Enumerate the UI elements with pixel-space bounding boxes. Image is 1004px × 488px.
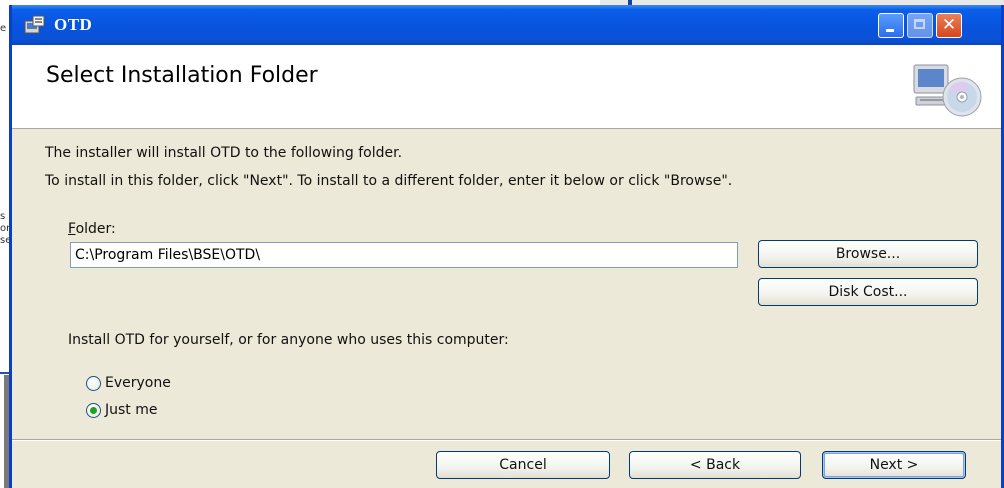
intro-text-line2: To install in this folder, click "Next".… [45, 173, 733, 189]
just-me-radio-label[interactable]: Just me [105, 402, 158, 418]
intro-text-line1: The installer will install OTD to the fo… [45, 145, 403, 161]
background-text-fragment: s [0, 211, 6, 222]
computer-cd-icon [913, 64, 982, 117]
installer-app-icon [24, 15, 45, 34]
install-scope-question: Install OTD for yourself, or for anyone … [68, 332, 509, 348]
everyone-radio-label[interactable]: Everyone [105, 375, 171, 391]
browse-button[interactable]: Browse... [758, 240, 978, 268]
page-title: Select Installation Folder [46, 63, 318, 88]
cancel-button[interactable]: Cancel [436, 451, 610, 479]
folder-path-input[interactable] [70, 242, 738, 268]
footer-separator [12, 439, 1001, 441]
background-text-fragment: e [0, 23, 7, 34]
folder-label: Folder: [68, 221, 116, 237]
back-button[interactable]: < Back [629, 451, 801, 479]
disk-cost-button[interactable]: Disk Cost... [758, 278, 978, 306]
window-title: OTD [54, 15, 93, 34]
folder-label-text: older: [75, 221, 116, 237]
next-button[interactable]: Next > [822, 451, 966, 479]
maximize-button[interactable] [907, 13, 933, 38]
minimize-button[interactable] [878, 13, 904, 38]
header-banner: Select Installation Folder [12, 45, 1001, 129]
title-bar[interactable]: OTD ✕ [12, 5, 1001, 45]
everyone-radio[interactable] [86, 376, 101, 391]
close-icon: ✕ [941, 15, 957, 35]
folder-label-accesskey: F [68, 221, 76, 237]
installer-dialog: OTD ✕ Select Installation Folder The ins… [9, 5, 1004, 488]
close-button[interactable]: ✕ [936, 13, 962, 38]
just-me-radio[interactable] [86, 403, 101, 418]
